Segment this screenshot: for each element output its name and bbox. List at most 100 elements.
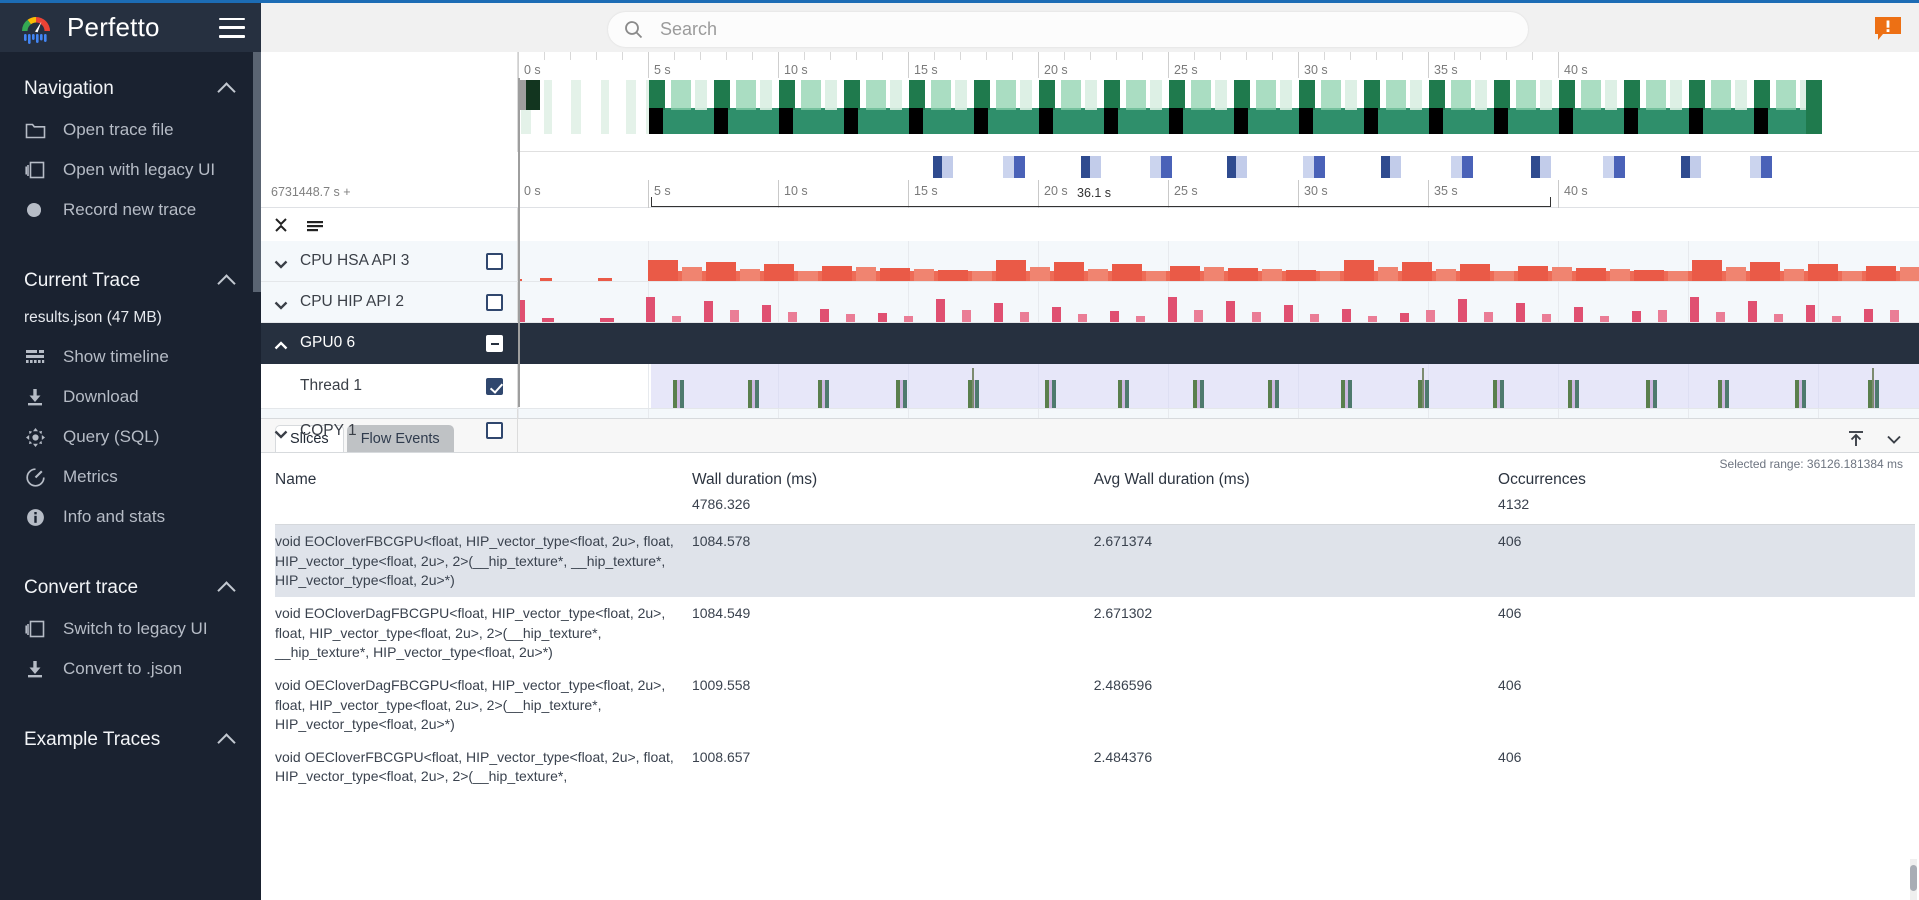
track-slice[interactable] xyxy=(1252,312,1261,322)
track-slice[interactable] xyxy=(1690,297,1699,322)
track-checkbox[interactable] xyxy=(486,293,503,311)
track-slice[interactable] xyxy=(1500,380,1504,408)
track-body[interactable] xyxy=(518,323,1919,363)
sidebar-item-switch-to-legacy-ui[interactable]: Switch to legacy UI xyxy=(0,609,261,649)
track-slice[interactable] xyxy=(972,368,974,408)
track-checkbox[interactable] xyxy=(486,422,503,439)
track-slice[interactable] xyxy=(1368,316,1377,322)
track-slice[interactable] xyxy=(975,380,979,408)
track-slice[interactable] xyxy=(1774,314,1783,322)
track-slice[interactable] xyxy=(672,316,681,322)
track-slice[interactable] xyxy=(1632,311,1641,322)
pin-to-top-icon[interactable] xyxy=(1845,428,1867,450)
chevron-down-icon[interactable] xyxy=(273,426,289,439)
track-slice[interactable] xyxy=(1054,262,1084,281)
track-slice[interactable] xyxy=(1802,380,1806,408)
track-slice[interactable] xyxy=(1576,268,1606,281)
sidebar-item-query-sql[interactable]: Query (SQL) xyxy=(0,417,261,457)
track-slice[interactable] xyxy=(1692,260,1722,281)
track-slice[interactable] xyxy=(730,310,739,322)
column-header-name[interactable]: Name xyxy=(275,453,692,493)
track-slice[interactable] xyxy=(1600,316,1609,322)
track-body[interactable] xyxy=(518,364,1919,408)
track-slice[interactable] xyxy=(825,380,829,408)
hamburger-menu-icon[interactable] xyxy=(219,17,245,38)
track-slice[interactable] xyxy=(1725,380,1729,408)
track-slice[interactable] xyxy=(1344,260,1374,281)
details-scrollbar-thumb[interactable] xyxy=(1910,865,1917,891)
chevron-down-icon[interactable] xyxy=(1883,428,1905,450)
sidebar-item-metrics[interactable]: Metrics xyxy=(0,457,261,497)
track-slice[interactable] xyxy=(1310,314,1319,322)
track-slice[interactable] xyxy=(1168,297,1177,322)
track-slice[interactable] xyxy=(1436,269,1456,281)
track-slice[interactable] xyxy=(1842,271,1862,281)
slices-table-wrapper[interactable]: Name Wall duration (ms) Avg Wall duratio… xyxy=(261,453,1919,900)
track-slice[interactable] xyxy=(878,313,887,322)
track-slice[interactable] xyxy=(1552,267,1572,281)
track-slice[interactable] xyxy=(1020,312,1029,322)
track-slice[interactable] xyxy=(1808,264,1838,281)
track-slice[interactable] xyxy=(1864,309,1873,322)
track-slice[interactable] xyxy=(914,269,934,281)
track-header[interactable]: CPU HSA API 3 xyxy=(261,241,518,281)
track-checkbox[interactable] xyxy=(486,377,503,395)
column-header-avg-wall-duration[interactable]: Avg Wall duration (ms) xyxy=(1094,453,1498,493)
chevron-up-icon[interactable] xyxy=(217,273,236,293)
track-slice[interactable] xyxy=(972,271,992,281)
sidebar-section-header-current-trace[interactable]: Current Trace xyxy=(0,254,261,302)
track-slice[interactable] xyxy=(1262,269,1282,281)
track-slice[interactable] xyxy=(1110,311,1119,322)
sidebar-item-convert-to-json[interactable]: Convert to .json xyxy=(0,649,261,689)
sidebar-item-record-new-trace[interactable]: Record new trace xyxy=(0,190,261,230)
sidebar-section-header-example-traces[interactable]: Example Traces xyxy=(0,713,261,761)
track-slice[interactable] xyxy=(1030,267,1050,281)
track-slice[interactable] xyxy=(1832,316,1841,322)
track-slice[interactable] xyxy=(1668,271,1688,281)
track-slice[interactable] xyxy=(1890,310,1899,322)
table-row[interactable]: void OECloverFBCGPU<float, HIP_vector_ty… xyxy=(275,741,1915,794)
track-header[interactable]: COPY 1 xyxy=(261,409,518,452)
sidebar-item-open-with-legacy-ui[interactable]: Open with legacy UI xyxy=(0,150,261,190)
track-slice[interactable] xyxy=(1726,267,1746,281)
sidebar-item-download[interactable]: Download xyxy=(0,377,261,417)
track-slice[interactable] xyxy=(1402,262,1432,281)
track-slice[interactable] xyxy=(1872,368,1874,408)
track-slice[interactable] xyxy=(1518,266,1548,281)
track-slice[interactable] xyxy=(1194,310,1203,322)
track-row-cpu-hsa-api-3[interactable]: CPU HSA API 3 xyxy=(261,241,1919,282)
track-row-thread-1[interactable]: Thread 1 xyxy=(261,364,1919,409)
track-slice[interactable] xyxy=(1425,380,1429,408)
track-slice[interactable] xyxy=(880,268,910,281)
track-slice[interactable] xyxy=(1460,264,1490,281)
table-row[interactable]: void OECloverDagFBCGPU<float, HIP_vector… xyxy=(275,669,1915,741)
track-header[interactable]: GPU0 6 xyxy=(261,323,518,363)
time-ruler[interactable]: 6731448.7 s + 0 s 5 s 10 s 15 s 20 s 25 … xyxy=(261,152,1919,208)
sidebar-item-open-trace-file[interactable]: Open trace file xyxy=(0,110,261,150)
column-header-occurrences[interactable]: Occurrences xyxy=(1498,453,1915,493)
track-slice[interactable] xyxy=(1806,305,1815,322)
track-header[interactable]: CPU HIP API 2 xyxy=(261,282,518,322)
track-slice[interactable] xyxy=(1575,380,1579,408)
track-slice[interactable] xyxy=(996,260,1026,281)
track-slice[interactable] xyxy=(1634,270,1664,281)
track-slice[interactable] xyxy=(648,260,678,281)
track-slice[interactable] xyxy=(682,267,702,281)
track-slice[interactable] xyxy=(1784,269,1804,281)
column-header-wall-duration[interactable]: Wall duration (ms) xyxy=(692,453,1094,493)
track-slice[interactable] xyxy=(938,270,968,281)
track-checkbox[interactable] xyxy=(486,252,503,270)
track-slice[interactable] xyxy=(936,299,945,322)
track-slice[interactable] xyxy=(1658,310,1667,322)
track-slice[interactable] xyxy=(1458,299,1467,322)
track-slice[interactable] xyxy=(822,266,852,281)
search-input[interactable] xyxy=(660,19,1512,40)
track-slice[interactable] xyxy=(680,380,684,408)
track-slice[interactable] xyxy=(1320,271,1340,281)
track-slice[interactable] xyxy=(1400,313,1409,322)
track-slice[interactable] xyxy=(788,312,797,322)
track-slice[interactable] xyxy=(1426,310,1435,322)
track-slice[interactable] xyxy=(704,301,713,322)
track-slice[interactable] xyxy=(1875,380,1879,408)
track-row-cpu-hip-api-2[interactable]: CPU HIP API 2 xyxy=(261,282,1919,323)
